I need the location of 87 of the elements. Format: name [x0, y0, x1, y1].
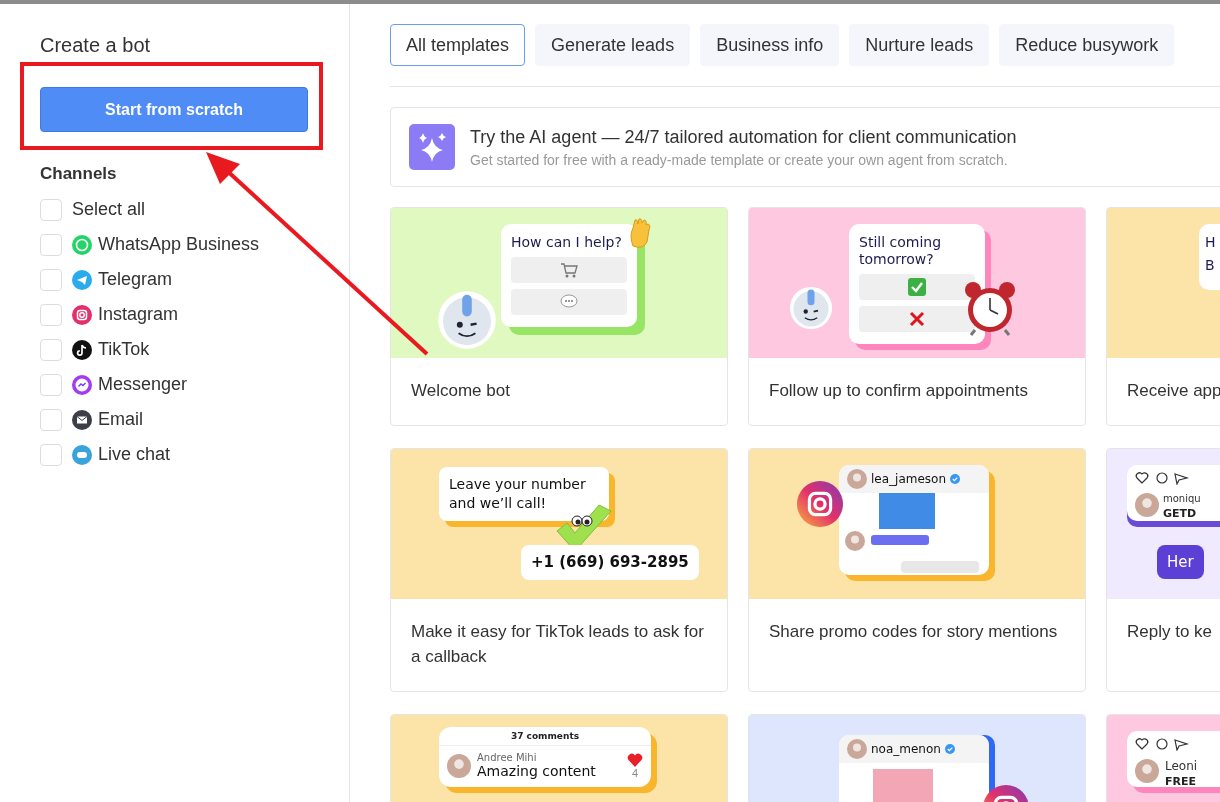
cross-icon [908, 310, 926, 328]
alarm-clock-icon [963, 280, 1017, 336]
post-text: GETD [1163, 507, 1197, 520]
channel-label: WhatsApp Business [98, 234, 260, 255]
whatsapp-icon [72, 234, 92, 255]
template-title: Receive app [1126, 380, 1220, 402]
channel-label: Select all [72, 199, 146, 220]
message-bar [871, 535, 929, 545]
filter-tab[interactable]: Nurture leads [849, 24, 990, 66]
envelope-icon [72, 409, 92, 430]
channel-label: Messenger [98, 374, 188, 395]
photo-placeholder [879, 493, 935, 529]
template-card[interactable]: Still coming tomorrow? Follow up to confirm appointments [748, 207, 1086, 426]
checkbox[interactable] [40, 198, 62, 221]
post-text: FREE [1165, 775, 1196, 788]
avatar-icon [1135, 759, 1159, 783]
sparkles-icon [409, 124, 455, 170]
section-heading: Channels [40, 164, 118, 184]
template-title: Share promo codes for story mentions [768, 621, 1059, 643]
channel-label: Live chat [98, 444, 171, 465]
filter-tab[interactable]: Reduce busywork [999, 24, 1175, 66]
channel-label: Instagram [98, 304, 179, 325]
username: noa_menon [871, 742, 941, 756]
avatar-icon [847, 739, 867, 759]
checkbox[interactable] [40, 443, 62, 466]
tiktok-icon [72, 339, 92, 360]
chat-question: How can I help? [511, 234, 623, 251]
banner-subtitle: Get started for free with a ready-made template or create your own agent from scratch. [470, 151, 1009, 168]
template-card[interactable]: lea_jameson Share promo codes for story mentions [748, 448, 1086, 692]
avatar-icon [845, 531, 865, 551]
verified-icon [950, 474, 961, 484]
comment-author: Andree Mihi [477, 752, 538, 763]
banner-card[interactable]: Try the AI agent — 24/7 tailored automation for client communication Get started for free with a ready-made template or create your own agent from scratch. [390, 107, 1220, 187]
option-row[interactable] [859, 274, 975, 300]
instagram-icon [72, 304, 92, 325]
avatar-icon [847, 469, 867, 489]
checkbox[interactable] [40, 408, 62, 431]
speech-bubble-icon [560, 294, 578, 310]
instagram-icon [797, 481, 843, 527]
checkbox[interactable] [40, 233, 62, 256]
robot-icon [789, 286, 833, 330]
messenger-icon [72, 374, 92, 395]
username: moniqu [1163, 493, 1201, 504]
telegram-icon [72, 269, 92, 290]
template-card[interactable]: 37 comments Andree Mihi Amazing content 4 [390, 714, 728, 802]
checkbox[interactable] [40, 373, 62, 396]
checkbox[interactable] [40, 268, 62, 291]
avatar-icon [1135, 493, 1159, 517]
verified-icon [944, 744, 955, 754]
banner-title: Try the AI agent — 24/7 tailored automation for client communication [470, 126, 1017, 148]
comment-count: 37 comments [439, 731, 651, 746]
template-card[interactable]: moniqu GETD Her Reply to ke [1106, 448, 1220, 692]
avatar-icon [447, 753, 471, 778]
chat-question: Still coming tomorrow? [859, 234, 943, 268]
chat-icon [72, 444, 92, 465]
channel-label: TikTok [98, 339, 150, 360]
page-title: Create a bot [40, 34, 152, 57]
option-row[interactable] [859, 306, 975, 332]
template-title: Make it easy for TikTok leads to ask for a callback [410, 621, 705, 668]
template-card[interactable]: H B Receive app [1106, 207, 1220, 426]
option-row[interactable] [511, 257, 627, 283]
like-count: 4 [631, 766, 639, 779]
comment-text: Amazing content [477, 763, 597, 779]
reply-bubble: Her [1157, 545, 1204, 579]
template-title: Reply to ke [1126, 621, 1214, 643]
template-title: Follow up to confirm appointments [768, 380, 1029, 402]
template-card[interactable]: noa_menon [748, 714, 1086, 802]
template-title: Welcome bot [410, 380, 511, 402]
template-card[interactable]: How can I help? Welcome bot [390, 207, 728, 426]
template-card[interactable]: Leave your number and we’ll call! +1 (669) 693-2895 Make it easy for TikTok leads to ask for a callback [390, 448, 728, 692]
filter-tab[interactable]: Business info [700, 24, 840, 66]
username: lea_jameson [871, 472, 947, 486]
channel-label: Email [98, 409, 143, 430]
channel-label: Telegram [98, 269, 173, 290]
chat-text: H [1205, 234, 1217, 251]
phone-number-bubble: +1 (669) 693-2895 [521, 545, 699, 580]
cart-icon [560, 262, 578, 278]
chat-text: B [1205, 257, 1216, 274]
filter-tab[interactable]: All templates [390, 24, 526, 66]
username: Leoni [1165, 759, 1198, 773]
heart-icon [627, 752, 643, 767]
robot-icon [437, 290, 497, 350]
filter-tab[interactable]: Generate leads [535, 24, 691, 66]
checkbox[interactable] [40, 303, 62, 326]
checkbox[interactable] [40, 338, 62, 361]
template-card[interactable]: Leoni FREE [1106, 714, 1220, 802]
check-icon [908, 278, 926, 296]
